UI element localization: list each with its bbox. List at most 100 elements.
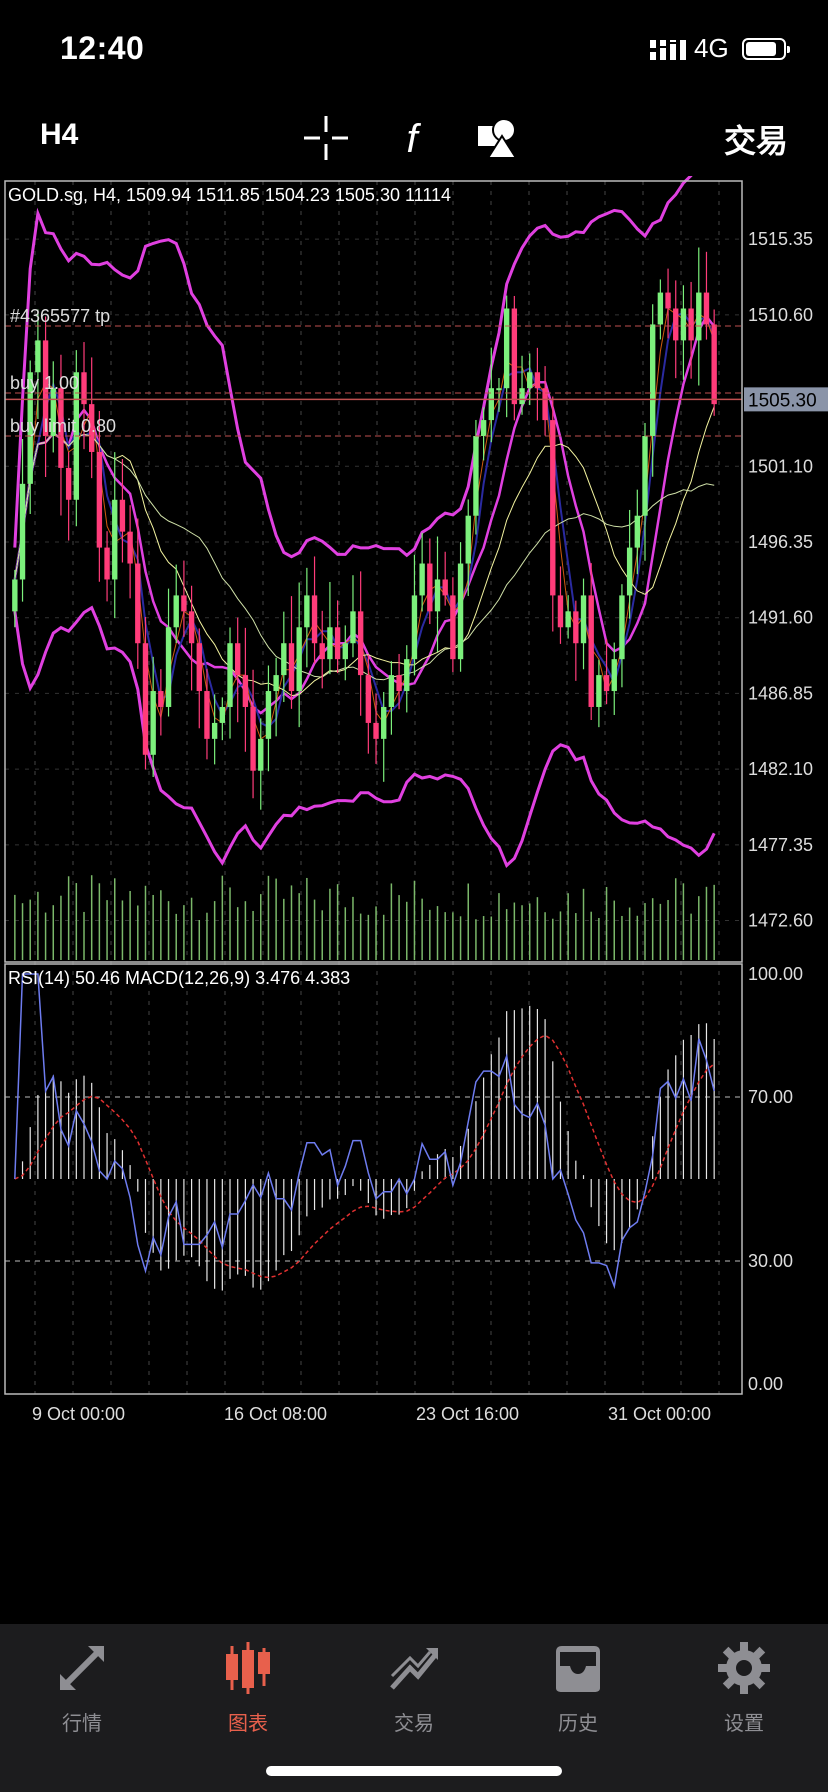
candle-body: [634, 515, 640, 548]
candle-body: [657, 292, 664, 325]
tab-settings[interactable]: 设置: [684, 1640, 804, 1740]
indicator-tick-label: 0.00: [748, 1374, 783, 1394]
price-chart[interactable]: #4365577 tp buy 1.00 buy limit 0.80 1505.30…: [0, 126, 828, 1622]
candle-body: [19, 483, 26, 580]
price-tick-label: 1515.35: [748, 229, 813, 249]
candle-body: [388, 675, 395, 707]
chart-toolbar: H4 f 交易: [0, 100, 828, 176]
candle-body: [334, 627, 341, 660]
tab-quotes[interactable]: 行情: [22, 1640, 142, 1740]
price-tick-label: 1482.10: [748, 759, 813, 779]
candle-body: [419, 563, 425, 596]
candle-body: [550, 420, 556, 596]
indicator-f-icon[interactable]: f: [386, 112, 438, 164]
candle-body: [35, 340, 41, 373]
settings-gear-icon: [718, 1642, 770, 1694]
chart-candles-icon: [226, 1642, 270, 1694]
moving-average-green: [14, 432, 715, 681]
candle-body: [235, 643, 241, 676]
candle-body: [142, 643, 149, 755]
candle-body: [204, 691, 210, 739]
crosshair-icon[interactable]: [300, 112, 352, 164]
candle-body: [350, 611, 356, 644]
history-inbox-icon: [556, 1646, 600, 1692]
candle-body: [619, 595, 625, 660]
candle-body: [511, 308, 518, 405]
candle-body: [442, 579, 448, 596]
home-indicator: [266, 1766, 562, 1776]
tab-history[interactable]: 历史: [518, 1640, 638, 1740]
chart-area[interactable]: #4365577 tp buy 1.00 buy limit 0.80 1505.30…: [0, 126, 828, 1622]
bollinger-upper: [13, 126, 716, 559]
time-tick-label: 9 Oct 00:00: [32, 1404, 125, 1424]
candle-body: [165, 627, 172, 707]
candle-body: [150, 691, 156, 755]
candle-body: [588, 595, 594, 707]
indicator-header: RSI(14) 50.46 MACD(12,26,9) 3.476 4.383: [8, 968, 350, 988]
candle-body: [357, 611, 364, 676]
candle-body: [288, 643, 295, 692]
price-tick-label: 1510.60: [748, 305, 813, 325]
candle-body: [573, 611, 579, 644]
status-time: 12:40: [60, 30, 145, 66]
candle-body: [534, 372, 541, 389]
candle-body: [473, 436, 479, 516]
battery-icon: [742, 38, 790, 60]
chart-header: GOLD.sg, H4, 1509.94 1511.85 1504.23 150…: [8, 185, 451, 205]
candle-body: [112, 499, 118, 580]
candle-body: [673, 308, 679, 341]
candle-body: [396, 675, 402, 692]
candle-body: [565, 611, 571, 628]
candle-body: [665, 292, 671, 309]
candle-body: [465, 515, 471, 564]
candle-body: [457, 563, 464, 660]
tab-label: 行情: [62, 1713, 102, 1735]
trade-button[interactable]: 交易: [724, 116, 788, 162]
tab-chart[interactable]: 图表: [188, 1640, 308, 1740]
candle-body: [626, 547, 633, 596]
timeframe-button[interactable]: H4: [40, 118, 78, 152]
candle-body: [96, 451, 103, 548]
candle-body: [127, 531, 133, 564]
candle-body: [642, 436, 648, 516]
price-tick-label: 1496.35: [748, 532, 813, 552]
candle-body: [365, 675, 372, 723]
tab-label: 历史: [558, 1713, 598, 1735]
time-tick-label: 16 Oct 08:00: [224, 1404, 327, 1424]
price-tick-label: 1486.85: [748, 683, 813, 703]
signal-icon: [650, 40, 686, 60]
candle-body: [188, 611, 195, 644]
price-tick-label: 1472.60: [748, 911, 813, 931]
candle-body: [696, 292, 702, 341]
price-tick-label: 1491.60: [748, 608, 813, 628]
candle-body: [580, 595, 587, 644]
objects-shapes-icon[interactable]: [472, 112, 524, 164]
svg-text:f: f: [406, 117, 421, 161]
candle-body: [104, 547, 110, 580]
candle-body: [196, 643, 202, 692]
candle-body: [603, 675, 610, 692]
tab-label: 交易: [394, 1713, 434, 1735]
candle-body: [557, 595, 564, 628]
candle-body: [119, 499, 126, 532]
candle-body: [480, 420, 487, 437]
candle-body: [450, 595, 456, 660]
candle-body: [219, 706, 226, 723]
current-price-label: 1505.30: [748, 390, 817, 411]
candle-body: [227, 643, 233, 707]
candle-body: [265, 691, 272, 739]
rsi-line: [14, 973, 715, 1290]
candle-body: [304, 595, 310, 628]
candle-body: [688, 308, 694, 341]
candle-body: [181, 595, 187, 612]
status-bar: 12:40 4G: [0, 0, 828, 100]
candle-body: [711, 324, 717, 405]
candle-body: [319, 643, 325, 660]
candle-body: [273, 675, 279, 692]
tab-trade[interactable]: 交易: [354, 1640, 474, 1740]
tab-label: 图表: [228, 1713, 268, 1735]
candle-body: [327, 627, 333, 660]
candle-body: [611, 659, 617, 692]
quotes-arrows-icon: [60, 1646, 104, 1690]
indicator-tick-label: 30.00: [748, 1251, 793, 1271]
